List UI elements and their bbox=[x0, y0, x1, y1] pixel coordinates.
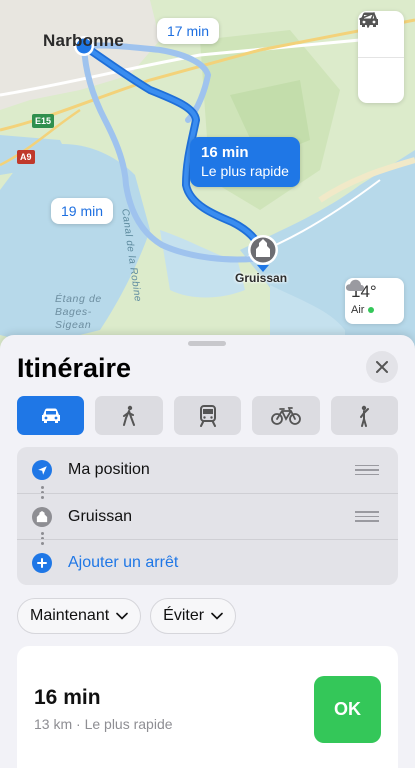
departure-time-label: Maintenant bbox=[30, 607, 110, 624]
train-icon bbox=[199, 404, 216, 427]
location-arrow-icon bbox=[32, 460, 52, 480]
stop-destination[interactable]: Gruissan bbox=[17, 493, 398, 539]
route-callout-alt2[interactable]: 19 min bbox=[51, 198, 114, 224]
transport-mode-picker bbox=[17, 396, 399, 435]
lake-label-line: Bages- bbox=[55, 306, 92, 318]
directions-sheet: Itinéraire Ma position Gruissan Ajouter … bbox=[0, 335, 415, 768]
chevron-down-icon bbox=[116, 612, 128, 620]
person-waving-icon bbox=[360, 405, 370, 427]
add-stop-button[interactable]: Ajouter un arrêt bbox=[17, 539, 398, 585]
map-controls bbox=[358, 11, 404, 103]
fastest-time: 16 min bbox=[201, 144, 249, 161]
air-quality-dot bbox=[368, 307, 375, 313]
landmark-icon bbox=[32, 506, 52, 527]
avoid-options-button[interactable]: Éviter bbox=[150, 598, 237, 634]
stop-origin[interactable]: Ma position bbox=[17, 447, 398, 493]
map-destination-label: Gruissan bbox=[235, 271, 288, 285]
route-duration: 16 min bbox=[34, 686, 101, 709]
road-badge-a9: A9 bbox=[17, 150, 35, 164]
close-icon bbox=[376, 361, 388, 373]
locate-me-button[interactable] bbox=[358, 12, 404, 103]
map-lake-label: Étang de Bages- Sigean bbox=[55, 293, 102, 332]
sheet-title: Itinéraire bbox=[17, 353, 132, 383]
route-callout-alt1[interactable]: 17 min bbox=[157, 18, 220, 44]
walking-icon bbox=[123, 405, 136, 426]
route-option-card[interactable]: 16 min 13 km · Le plus rapide OK bbox=[17, 646, 398, 768]
bicycle-icon bbox=[271, 406, 301, 425]
route-details: 13 km · Le plus rapide bbox=[34, 716, 173, 732]
air-quality-label: Air bbox=[351, 304, 365, 316]
route-options: Maintenant Éviter bbox=[17, 598, 237, 634]
road-badge-e15: E15 bbox=[32, 114, 55, 128]
add-stop-label: Ajouter un arrêt bbox=[68, 553, 179, 571]
avoid-label: Éviter bbox=[163, 607, 205, 624]
mode-transit[interactable] bbox=[173, 396, 242, 435]
map-view[interactable]: Narbonne Gruissan Étang de Bages- Sigean… bbox=[0, 0, 415, 360]
map-city-label: Narbonne bbox=[43, 31, 124, 50]
lake-label-line: Étang de bbox=[55, 293, 102, 305]
plus-icon bbox=[32, 552, 52, 573]
chevron-down-icon bbox=[211, 612, 223, 620]
route-callout-fastest[interactable]: 16 min Le plus rapide bbox=[190, 137, 300, 187]
stops-list: Ma position Gruissan Ajouter un arrêt bbox=[17, 447, 398, 585]
mode-bike[interactable] bbox=[252, 396, 320, 435]
sheet-grabber[interactable] bbox=[188, 341, 226, 346]
reorder-handle[interactable] bbox=[355, 462, 379, 479]
weather-widget[interactable]: 14° Air bbox=[345, 278, 404, 324]
lake-label-line: Sigean bbox=[55, 319, 92, 331]
mode-rideshare[interactable] bbox=[330, 396, 399, 435]
location-arrow-icon bbox=[359, 12, 375, 28]
mode-car[interactable] bbox=[17, 396, 85, 435]
mode-walk[interactable] bbox=[95, 396, 163, 435]
stop-label: Ma position bbox=[68, 461, 150, 478]
stop-label: Gruissan bbox=[68, 507, 133, 525]
fastest-label: Le plus rapide bbox=[201, 163, 289, 179]
car-icon bbox=[41, 408, 60, 423]
go-button[interactable]: OK bbox=[314, 676, 381, 743]
departure-time-button[interactable]: Maintenant bbox=[17, 598, 142, 634]
reorder-handle[interactable] bbox=[355, 508, 379, 525]
cloud-icon bbox=[346, 279, 364, 291]
close-button[interactable] bbox=[366, 351, 398, 383]
